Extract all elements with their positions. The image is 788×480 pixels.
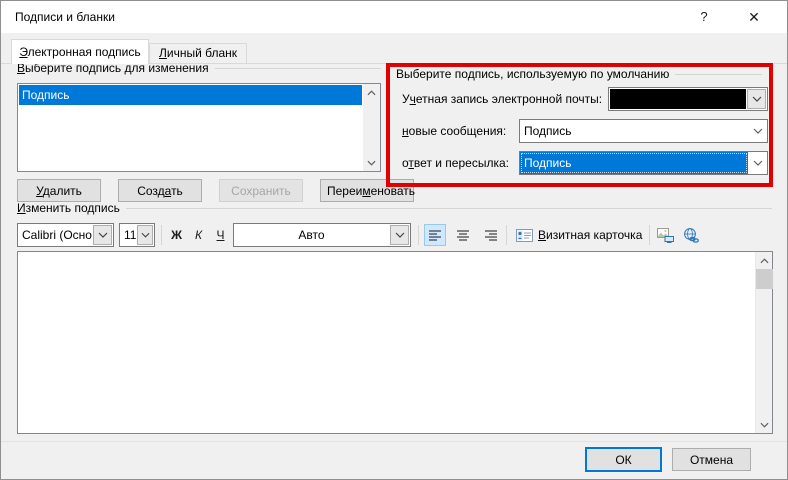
font-color-value: Авто <box>234 224 389 246</box>
tab-label: Личный бланк <box>159 46 237 60</box>
align-left-icon <box>429 230 442 241</box>
email-account-combobox[interactable] <box>608 87 768 111</box>
footer-divider <box>1 441 787 442</box>
group-divider-line <box>215 68 381 69</box>
bold-button[interactable]: Ж <box>167 224 186 246</box>
titlebar: Подписи и бланки ? ✕ <box>1 1 787 33</box>
font-color-combobox[interactable]: Авто <box>233 223 411 247</box>
help-button[interactable]: ? <box>681 1 727 33</box>
font-size-combobox[interactable]: 11 <box>119 223 155 247</box>
align-right-icon <box>485 230 498 241</box>
replies-forwards-label: ответ и пересылка: <box>402 151 509 175</box>
signature-editor-textarea[interactable] <box>17 251 773 434</box>
insert-picture-icon <box>657 228 674 243</box>
new-messages-label: новые сообщения: <box>402 119 506 143</box>
toolbar-separator <box>161 225 162 245</box>
hyperlink-globe-icon <box>683 228 699 243</box>
align-center-icon <box>457 230 470 241</box>
group-divider-line <box>126 208 772 209</box>
replies-forwards-value: Подпись <box>520 152 748 174</box>
business-card-label: Визитная карточка <box>538 228 642 242</box>
align-center-button[interactable] <box>452 224 474 246</box>
default-signature-group-label: Выберите подпись, используемую по умолча… <box>396 67 669 81</box>
ok-button[interactable]: ОК <box>585 447 662 472</box>
align-right-button[interactable] <box>480 224 502 246</box>
default-signature-panel: Выберите подпись, используемую по умолча… <box>390 67 769 183</box>
cancel-button[interactable]: Отмена <box>672 448 751 471</box>
tab-label: Электронная подпись <box>19 45 140 59</box>
insert-hyperlink-button[interactable] <box>680 224 702 246</box>
align-left-button[interactable] <box>424 224 446 246</box>
underline-button[interactable]: Ч <box>211 224 230 246</box>
scroll-up-icon[interactable] <box>363 84 380 101</box>
italic-button[interactable]: К <box>189 224 208 246</box>
scrollbar-thumb[interactable] <box>756 269 773 289</box>
dropdown-chevron-icon[interactable] <box>748 152 767 174</box>
dropdown-chevron-icon[interactable] <box>137 225 153 245</box>
business-card-icon <box>516 229 533 242</box>
toolbar-separator <box>418 225 419 245</box>
default-signature-group-header: Выберите подпись, используемую по умолча… <box>396 67 762 81</box>
redacted-email-account-value <box>610 89 746 109</box>
dropdown-chevron-icon[interactable] <box>390 225 409 245</box>
tab-personal-stationery[interactable]: Личный бланк <box>149 43 247 63</box>
font-name-value: Calibri (Основной те <box>18 224 92 246</box>
scroll-down-icon[interactable] <box>756 416 773 433</box>
toolbar-separator <box>649 225 650 245</box>
insert-picture-button[interactable] <box>654 224 676 246</box>
business-card-button[interactable]: Визитная карточка <box>511 224 647 246</box>
dropdown-chevron-icon[interactable] <box>93 225 112 245</box>
tab-email-signature[interactable]: Электронная подпись <box>11 39 149 64</box>
dropdown-chevron-icon[interactable] <box>747 89 766 109</box>
toolbar-separator <box>506 225 507 245</box>
font-name-combobox[interactable]: Calibri (Основной те <box>17 223 114 247</box>
scroll-down-icon[interactable] <box>363 154 380 171</box>
replies-forwards-combobox[interactable]: Подпись <box>519 151 768 175</box>
signature-actions-row: Удалить Создать Сохранить Переименовать <box>17 179 414 202</box>
edit-signature-group-label: Изменить подпись <box>17 201 120 215</box>
signature-listbox[interactable]: Подпись <box>17 83 381 172</box>
email-account-label: Учетная запись электронной почты: <box>402 87 602 111</box>
save-button: Сохранить <box>219 179 303 202</box>
new-button[interactable]: Создать <box>118 179 202 202</box>
group-divider-line <box>675 74 762 75</box>
editor-scrollbar[interactable] <box>755 252 772 433</box>
new-messages-combobox[interactable]: Подпись <box>519 119 768 143</box>
close-button[interactable]: ✕ <box>731 1 777 33</box>
list-item-signature[interactable]: Подпись <box>19 85 362 105</box>
dropdown-chevron-icon[interactable] <box>748 120 767 142</box>
scroll-up-icon[interactable] <box>756 252 773 269</box>
dialog-title: Подписи и бланки <box>15 1 115 33</box>
signatures-and-stationery-dialog: Подписи и бланки ? ✕ Электронная подпись… <box>0 0 788 480</box>
listbox-scrollbar[interactable] <box>363 84 380 171</box>
font-size-value: 11 <box>120 224 136 246</box>
delete-button[interactable]: Удалить <box>17 179 101 202</box>
new-messages-value: Подпись <box>520 120 748 142</box>
edit-signature-group-header: Изменить подпись <box>17 201 772 215</box>
